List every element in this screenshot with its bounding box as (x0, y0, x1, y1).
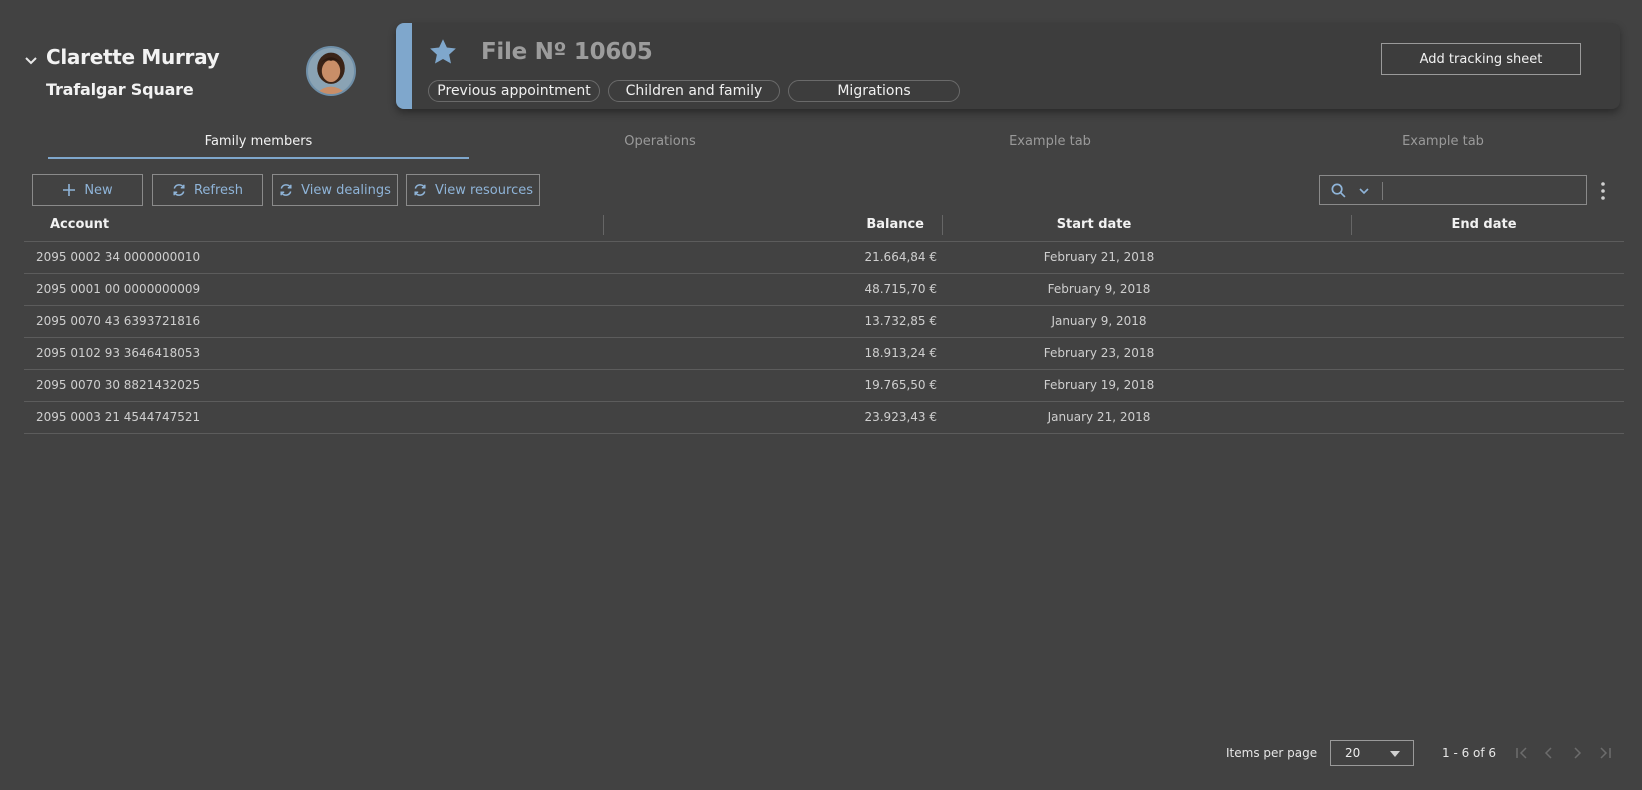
column-header-start-date[interactable]: Start date (1014, 217, 1174, 232)
search-icon[interactable] (1330, 182, 1347, 199)
refresh-icon (173, 184, 185, 196)
new-button[interactable]: New (32, 174, 143, 206)
tab-family-members[interactable]: Family members (48, 131, 469, 159)
cell-balance: 21.664,84 € (864, 250, 937, 264)
view-resources-button-label: View resources (435, 182, 533, 198)
avatar (306, 46, 356, 96)
table-row[interactable]: 2095 0070 30 8821432025 19.765,50 € Febr… (24, 370, 1624, 402)
tab-example-1[interactable]: Example tab (870, 131, 1230, 159)
previous-page-icon[interactable] (1541, 745, 1557, 761)
cell-account: 2095 0070 43 6393721816 (36, 314, 201, 328)
page-range: 1 - 6 of 6 (1442, 746, 1497, 760)
view-dealings-button-label: View dealings (301, 182, 391, 198)
last-page-icon[interactable] (1597, 745, 1613, 761)
table-row[interactable]: 2095 0070 43 6393721816 13.732,85 € Janu… (24, 306, 1624, 338)
refresh-button[interactable]: Refresh (152, 174, 263, 206)
column-header-end-date[interactable]: End date (1404, 217, 1564, 232)
column-header-account[interactable]: Account (50, 217, 109, 232)
next-page-icon[interactable] (1569, 745, 1585, 761)
cell-start-date: February 9, 2018 (1047, 282, 1151, 296)
plus-icon (63, 184, 76, 196)
cell-account: 2095 0001 00 0000000009 (36, 282, 201, 296)
table-row[interactable]: 2095 0003 21 4544747521 23.923,43 € Janu… (24, 402, 1624, 434)
items-per-page-value: 20 (1345, 746, 1361, 760)
table-row[interactable]: 2095 0001 00 0000000009 48.715,70 € Febr… (24, 274, 1624, 306)
new-button-label: New (84, 182, 113, 198)
person-header: Clarette Murray Trafalgar Square (18, 42, 358, 112)
cell-account: 2095 0002 34 0000000010 (36, 250, 201, 264)
view-resources-button[interactable]: View resources (406, 174, 540, 206)
cell-start-date: January 9, 2018 (1051, 314, 1147, 328)
cell-account: 2095 0102 93 3646418053 (36, 346, 201, 360)
cell-start-date: February 23, 2018 (1043, 346, 1155, 360)
tab-operations[interactable]: Operations (480, 131, 840, 159)
refresh-icon (414, 184, 426, 196)
chevron-down-icon[interactable] (22, 52, 40, 70)
person-location: Trafalgar Square (46, 80, 194, 99)
column-resize-handle[interactable] (1351, 215, 1352, 235)
cell-balance: 19.765,50 € (864, 378, 937, 392)
search-input[interactable] (1390, 180, 1580, 200)
table-row[interactable]: 2095 0002 34 0000000010 21.664,84 € Febr… (24, 242, 1624, 274)
refresh-button-label: Refresh (193, 182, 244, 198)
table-header: Account Balance Start date End date (24, 213, 1624, 242)
dropdown-arrow-icon (1390, 751, 1400, 757)
file-card-accent (396, 23, 412, 109)
cell-balance: 23.923,43 € (864, 410, 937, 424)
view-dealings-button[interactable]: View dealings (272, 174, 398, 206)
file-title: File Nº 10605 (481, 39, 653, 65)
search-box (1319, 175, 1587, 205)
chevron-down-icon[interactable] (1358, 185, 1370, 197)
table-row[interactable]: 2095 0102 93 3646418053 18.913,24 € Febr… (24, 338, 1624, 370)
file-card: File Nº 10605 Previous appointment Child… (396, 23, 1620, 109)
chip-children-and-family[interactable]: Children and family (608, 80, 780, 102)
cell-start-date: February 19, 2018 (1043, 378, 1155, 392)
search-divider (1382, 182, 1383, 200)
more-options-icon[interactable] (1598, 181, 1608, 201)
cell-start-date: January 21, 2018 (1047, 410, 1151, 424)
cell-balance: 48.715,70 € (864, 282, 937, 296)
add-tracking-sheet-button[interactable]: Add tracking sheet (1381, 43, 1581, 75)
cell-start-date: February 21, 2018 (1043, 250, 1155, 264)
cell-account: 2095 0070 30 8821432025 (36, 378, 201, 392)
items-per-page-label: Items per page (1226, 746, 1318, 760)
refresh-icon (280, 184, 292, 196)
star-icon[interactable] (428, 37, 458, 67)
cell-balance: 13.732,85 € (864, 314, 937, 328)
column-resize-handle[interactable] (942, 215, 943, 235)
tab-example-2[interactable]: Example tab (1263, 131, 1623, 159)
column-header-balance[interactable]: Balance (866, 217, 924, 232)
items-per-page-select[interactable]: 20 (1330, 740, 1414, 766)
person-name: Clarette Murray (46, 45, 220, 69)
cell-balance: 18.913,24 € (864, 346, 937, 360)
column-resize-handle[interactable] (603, 215, 604, 235)
chip-previous-appointment[interactable]: Previous appointment (428, 80, 600, 102)
first-page-icon[interactable] (1514, 745, 1530, 761)
chip-migrations[interactable]: Migrations (788, 80, 960, 102)
cell-account: 2095 0003 21 4544747521 (36, 410, 201, 424)
